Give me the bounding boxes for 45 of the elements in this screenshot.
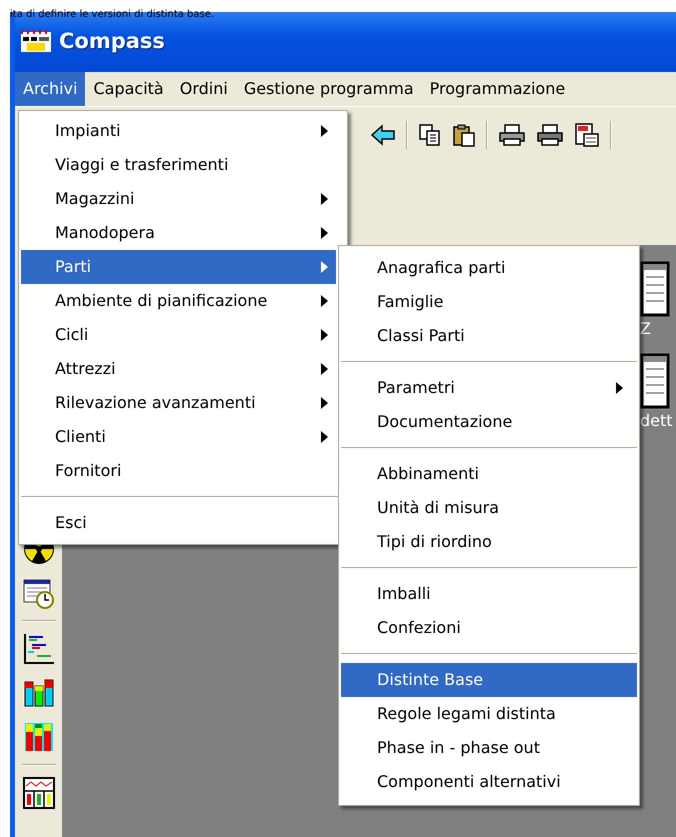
menu-item[interactable]: Anagrafica parti [341, 251, 637, 285]
icon-label: dett [640, 411, 673, 431]
menu-item[interactable]: Confezioni [341, 611, 637, 645]
menu-item[interactable]: Regole legami distinta [341, 697, 637, 731]
menu-item[interactable]: Viaggi e trasferimenti [21, 148, 336, 182]
menu-item[interactable]: Parametri [341, 371, 637, 405]
menu-item[interactable]: Tipi di riordino [341, 525, 637, 559]
paste-icon[interactable] [452, 123, 476, 147]
menu-item[interactable]: Attrezzi [21, 352, 336, 386]
menu-item[interactable]: Esci [21, 506, 336, 540]
back-arrow-icon[interactable] [370, 124, 396, 146]
menu-item[interactable]: Parti [21, 250, 336, 284]
window-title: Compass [59, 28, 165, 56]
menu-item[interactable]: Abbinamenti [341, 457, 637, 491]
caption-text: ita di definire le versioni di distinta base. [10, 9, 214, 21]
menu-item[interactable]: Phase in - phase out [341, 731, 637, 765]
line-chart-table-icon[interactable] [22, 776, 56, 810]
menu-item[interactable]: Clienti [21, 420, 336, 454]
print-preview-icon[interactable] [574, 122, 600, 148]
menu-item[interactable]: Ambiente di pianificazione [21, 284, 336, 318]
menu-item[interactable]: Classi Parti [341, 319, 637, 353]
icon-label: Z [640, 319, 651, 339]
menu-bar-item[interactable]: Gestione programma [236, 72, 422, 106]
menu-item[interactable]: Magazzini [21, 182, 336, 216]
copy-icon[interactable] [418, 123, 442, 147]
window-icon[interactable] [640, 353, 670, 409]
menu-bar-item[interactable]: Archivi [15, 72, 86, 106]
gantt-chart-icon[interactable] [22, 632, 56, 666]
menu-item[interactable]: Documentazione [341, 405, 637, 439]
menu-item[interactable]: Distinte Base [341, 663, 637, 697]
menu-bar-item[interactable]: Programmazione [422, 72, 574, 106]
menu-item[interactable]: Manodopera [21, 216, 336, 250]
menu-item[interactable]: Cicli [21, 318, 336, 352]
window-icon[interactable] [640, 261, 670, 317]
menu-bar-item[interactable]: Ordini [172, 72, 236, 106]
menu-item[interactable]: Famiglie [341, 285, 637, 319]
menu-item[interactable]: Imballi [341, 577, 637, 611]
menu-item[interactable]: Fornitori [21, 454, 336, 488]
menu-item[interactable]: Componenti alternativi [341, 765, 637, 799]
menu-bar-item[interactable]: Capacità [85, 72, 172, 106]
printer-icon[interactable] [536, 123, 564, 147]
menu-item[interactable]: Impianti [21, 114, 336, 148]
menu-item[interactable]: Rilevazione avanzamenti [21, 386, 336, 420]
printer-icon[interactable] [498, 123, 526, 147]
menu-item[interactable]: Unità di misura [341, 491, 637, 525]
